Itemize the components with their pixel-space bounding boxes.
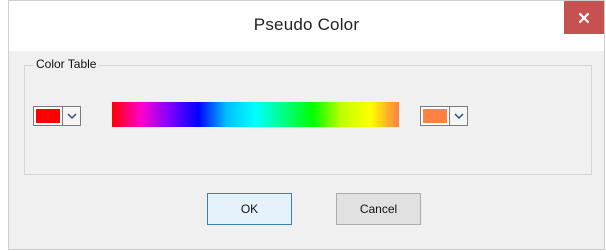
close-button[interactable] <box>564 1 604 34</box>
cancel-button[interactable]: Cancel <box>336 193 421 225</box>
chevron-down-icon <box>453 113 464 120</box>
title-bar: Pseudo Color <box>9 1 604 51</box>
start-color-swatch-box[interactable] <box>33 106 63 126</box>
end-color-swatch-box[interactable] <box>420 106 450 126</box>
end-color-picker[interactable] <box>420 106 468 126</box>
end-color-dropdown-button[interactable] <box>450 106 468 126</box>
start-color-swatch <box>36 109 60 123</box>
pseudo-color-dialog: Pseudo Color Color Table OK Cancel <box>8 0 605 250</box>
close-icon <box>578 12 590 23</box>
start-color-picker[interactable] <box>33 106 81 126</box>
color-table-group: Color Table <box>24 57 592 175</box>
ok-button[interactable]: OK <box>207 193 292 225</box>
chevron-down-icon <box>66 113 77 120</box>
color-gradient-bar <box>112 102 399 127</box>
window-title: Pseudo Color <box>253 15 360 34</box>
start-color-dropdown-button[interactable] <box>63 106 81 126</box>
end-color-swatch <box>423 109 447 123</box>
group-label: Color Table <box>33 57 100 71</box>
